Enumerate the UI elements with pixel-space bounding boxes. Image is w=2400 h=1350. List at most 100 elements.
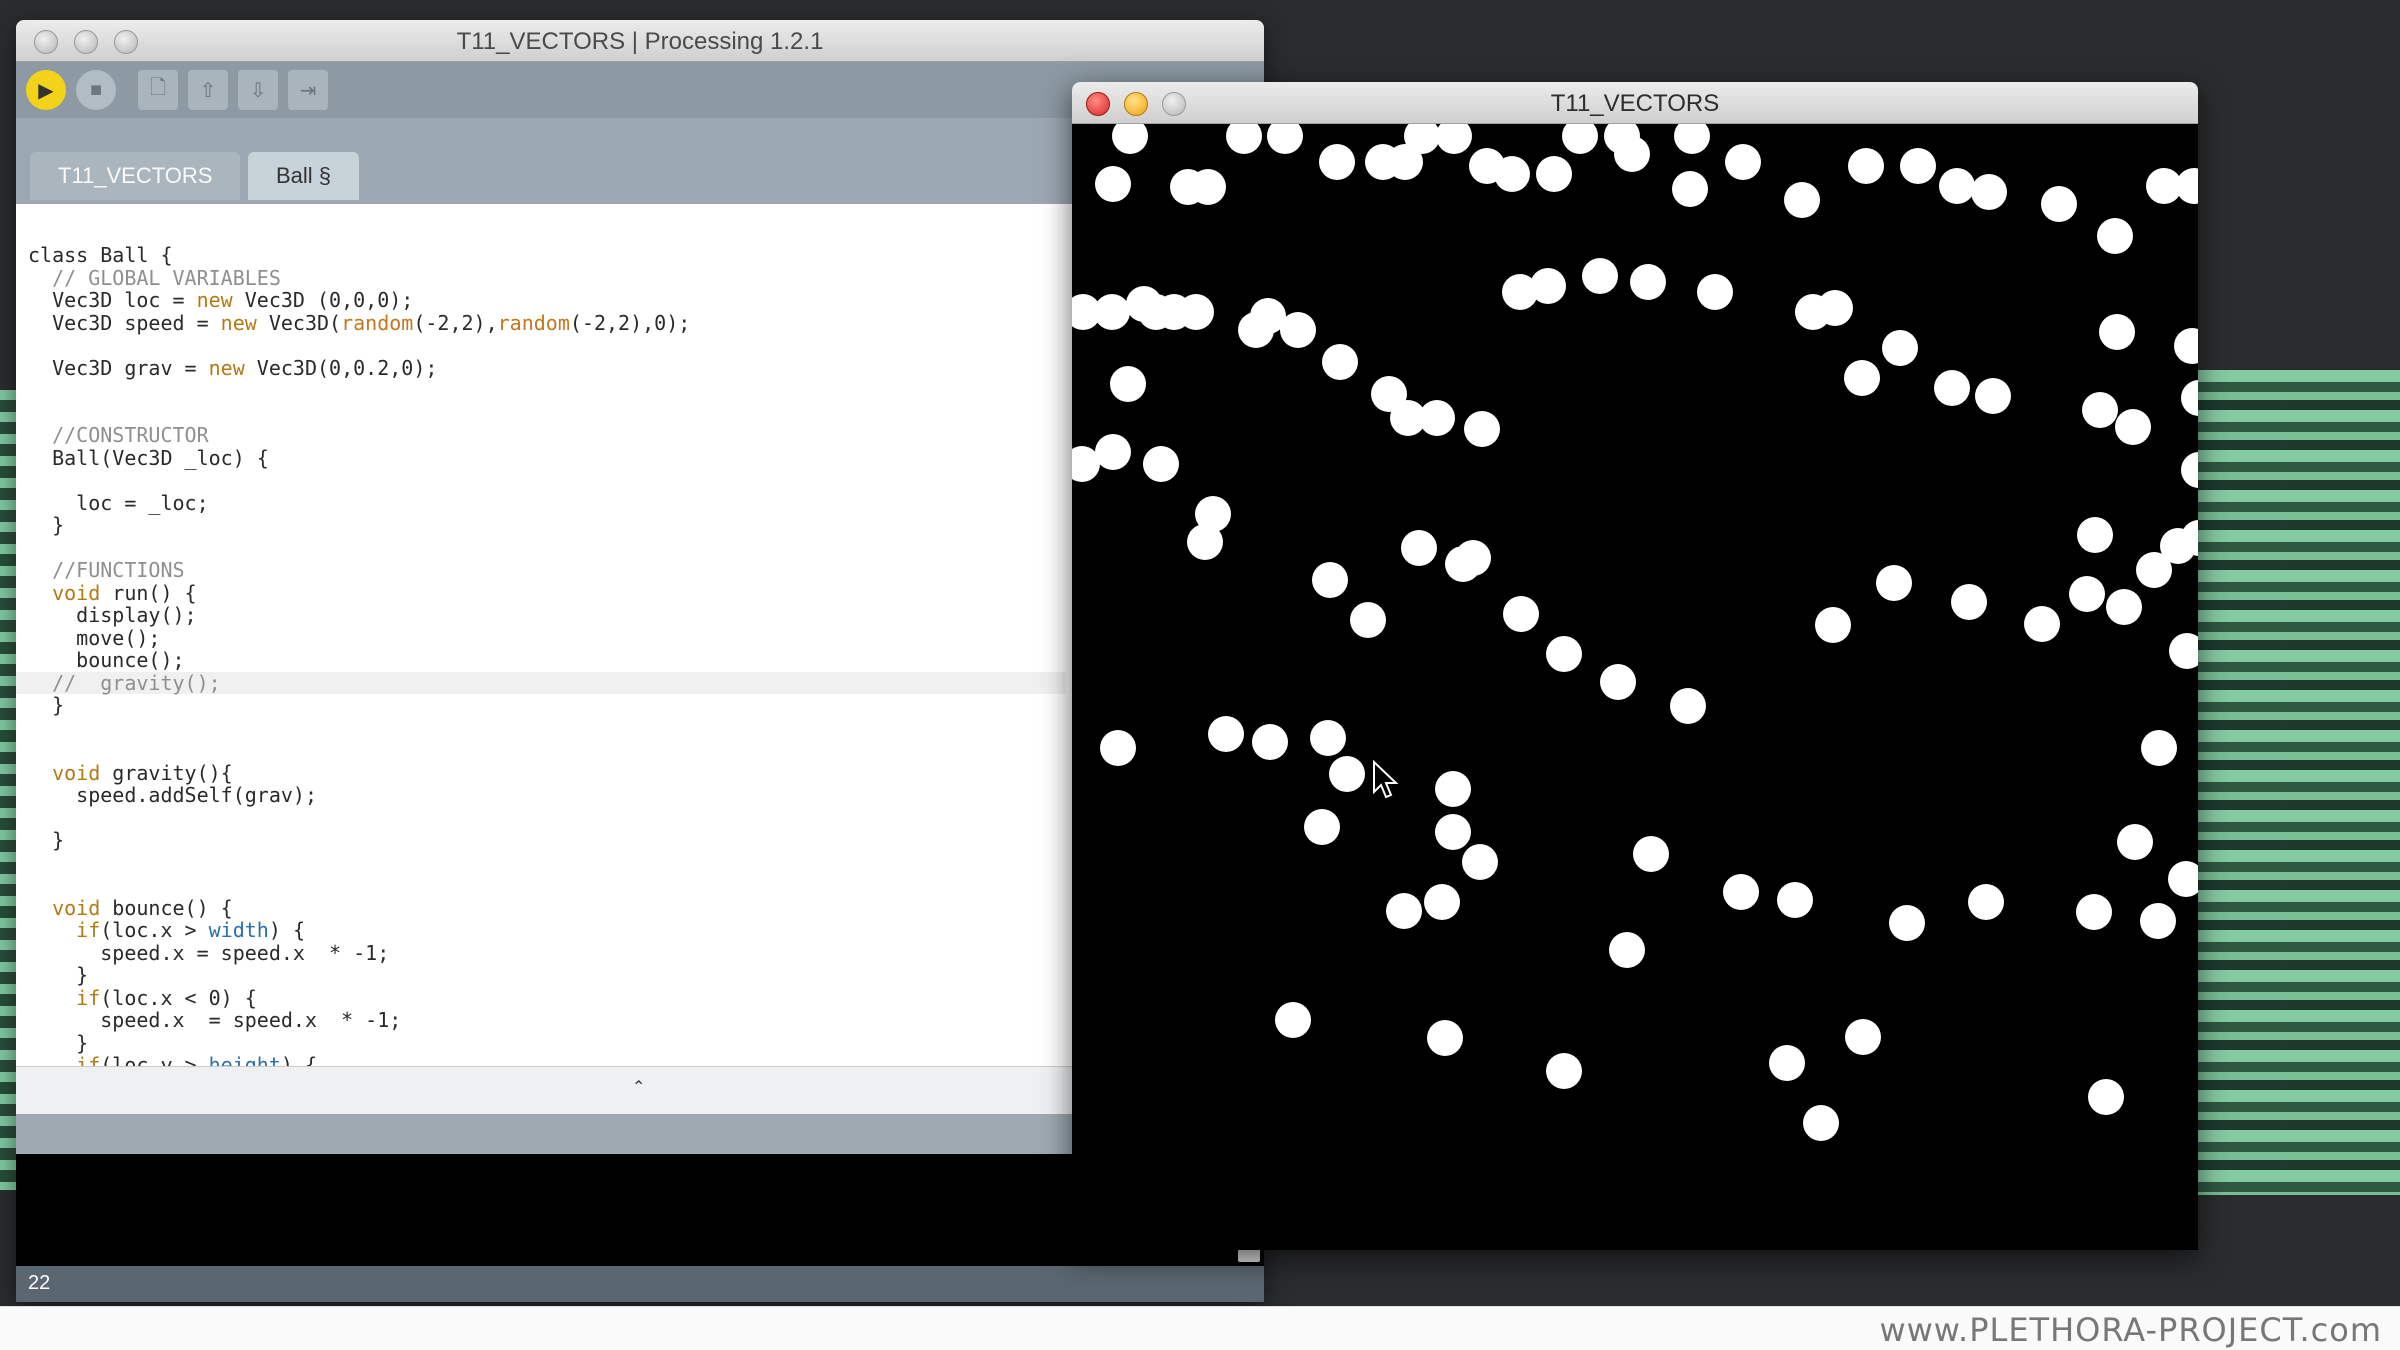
code-line[interactable]: Vec3D speed = new Vec3D(random(-2,2),ran… bbox=[28, 310, 1066, 335]
sketch-titlebar[interactable]: T11_VECTORS bbox=[1072, 82, 2198, 124]
code-line[interactable] bbox=[28, 379, 1066, 402]
ball bbox=[1275, 1002, 1311, 1038]
ball bbox=[1401, 530, 1437, 566]
ball bbox=[1674, 124, 1710, 154]
code-line[interactable]: //CONSTRUCTOR bbox=[28, 424, 1066, 447]
ball bbox=[1310, 720, 1346, 756]
ball bbox=[2069, 576, 2105, 612]
code-line[interactable]: // GLOBAL VARIABLES bbox=[28, 266, 1066, 290]
code-line[interactable]: void gravity(){ bbox=[28, 760, 1066, 785]
code-token: height bbox=[208, 1053, 281, 1066]
code-token: random bbox=[497, 310, 570, 335]
ball bbox=[2141, 730, 2177, 766]
code-line[interactable]: Ball(Vec3D _loc) { bbox=[28, 446, 1066, 470]
code-token: new bbox=[208, 355, 245, 380]
code-line[interactable]: class Ball { bbox=[28, 244, 1066, 267]
code-line[interactable]: } bbox=[28, 964, 1066, 987]
code-line[interactable]: if(loc.x < 0) { bbox=[28, 985, 1066, 1010]
stop-button[interactable]: ■ bbox=[76, 70, 116, 110]
code-text[interactable]: class Ball { // GLOBAL VARIABLES Vec3D l… bbox=[16, 244, 1066, 1066]
code-token: gravity(){ bbox=[100, 760, 233, 785]
code-line[interactable]: if(loc.x > width) { bbox=[28, 919, 1066, 942]
save-sketch-button[interactable]: ⇩ bbox=[238, 70, 278, 110]
editor-divider[interactable]: ⌃ bbox=[16, 1066, 1072, 1114]
code-line[interactable]: } bbox=[28, 1031, 1066, 1055]
chevron-up-icon[interactable]: ⌃ bbox=[632, 1077, 645, 1097]
code-token: void bbox=[52, 895, 101, 920]
code-line[interactable] bbox=[28, 717, 1066, 740]
open-sketch-button[interactable]: ⇧ bbox=[188, 70, 228, 110]
code-line[interactable]: Vec3D grav = new Vec3D(0,0.2,0); bbox=[28, 355, 1066, 380]
ball bbox=[2169, 633, 2198, 669]
ball bbox=[1427, 1020, 1463, 1056]
code-line[interactable] bbox=[28, 334, 1066, 357]
new-sketch-button[interactable]: 🗋 bbox=[138, 70, 178, 110]
sketch-canvas[interactable] bbox=[1072, 124, 2198, 1250]
ball bbox=[1208, 716, 1244, 752]
tab-ball[interactable]: Ball § bbox=[248, 152, 360, 200]
ball bbox=[1095, 166, 1131, 202]
code-line[interactable]: move(); bbox=[28, 625, 1066, 650]
ball bbox=[1968, 884, 2004, 920]
code-line[interactable]: void bounce() { bbox=[28, 895, 1066, 920]
ball bbox=[1582, 258, 1618, 294]
code-line[interactable]: } bbox=[28, 514, 1066, 537]
code-line[interactable] bbox=[28, 807, 1066, 830]
code-token: ) { bbox=[268, 918, 305, 942]
ball bbox=[2041, 186, 2077, 222]
code-token: loc = _loc; bbox=[28, 490, 209, 515]
code-line[interactable] bbox=[28, 402, 1066, 425]
export-button[interactable]: ⇥ bbox=[288, 70, 328, 110]
ball bbox=[2082, 392, 2118, 428]
code-line[interactable]: speed.x = speed.x * -1; bbox=[28, 940, 1066, 965]
ball bbox=[1238, 312, 1274, 348]
code-line[interactable]: } bbox=[28, 694, 1066, 717]
ide-window-title: T11_VECTORS | Processing 1.2.1 bbox=[456, 28, 824, 55]
code-line[interactable]: Vec3D loc = new Vec3D (0,0,0); bbox=[28, 289, 1066, 312]
ball bbox=[1095, 434, 1131, 470]
code-token: bounce(); bbox=[28, 648, 185, 672]
code-line[interactable]: bounce(); bbox=[28, 649, 1066, 672]
code-token: (-2,2), bbox=[413, 310, 498, 335]
footer-bar: www.PLETHORA-PROJECT.com bbox=[0, 1306, 2400, 1350]
code-line[interactable] bbox=[28, 852, 1066, 875]
tab-t11-vectors[interactable]: T11_VECTORS bbox=[30, 152, 241, 200]
code-token: if bbox=[76, 985, 101, 1010]
code-line[interactable]: } bbox=[28, 829, 1066, 852]
code-line[interactable] bbox=[28, 739, 1066, 762]
code-line[interactable]: speed.addSelf(grav); bbox=[28, 784, 1066, 807]
ball bbox=[1844, 360, 1880, 396]
code-line[interactable]: display(); bbox=[28, 604, 1066, 627]
ball bbox=[1769, 1045, 1805, 1081]
export-icon: ⇥ bbox=[299, 79, 317, 102]
code-line[interactable]: loc = _loc; bbox=[28, 490, 1066, 515]
ball bbox=[2077, 517, 2113, 553]
ball bbox=[1226, 124, 1262, 154]
code-line[interactable]: //FUNCTIONS bbox=[28, 559, 1066, 582]
code-line[interactable]: // gravity(); bbox=[16, 671, 1066, 694]
code-line[interactable] bbox=[28, 469, 1066, 492]
ball bbox=[1424, 884, 1460, 920]
ball bbox=[2181, 452, 2198, 488]
code-line[interactable]: if(loc.y > height) { bbox=[28, 1054, 1066, 1066]
run-button[interactable]: ▶ bbox=[26, 70, 66, 110]
new-file-icon: 🗋 bbox=[149, 77, 167, 99]
code-line[interactable] bbox=[28, 537, 1066, 560]
code-line[interactable]: void run() { bbox=[28, 581, 1066, 605]
ball bbox=[2181, 380, 2198, 416]
code-line[interactable]: speed.x = speed.x * -1; bbox=[28, 1009, 1066, 1032]
code-token: move(); bbox=[28, 625, 161, 650]
ball bbox=[1462, 844, 1498, 880]
ball bbox=[1435, 771, 1471, 807]
ball bbox=[1329, 756, 1365, 792]
code-token: Vec3D(0,0.2,0); bbox=[244, 355, 438, 380]
code-token: speed.x = speed.x * -1; bbox=[28, 940, 390, 965]
code-editor[interactable]: class Ball { // GLOBAL VARIABLES Vec3D l… bbox=[16, 204, 1072, 1066]
code-line[interactable] bbox=[28, 874, 1066, 897]
console-scrollbar[interactable] bbox=[1238, 1248, 1260, 1262]
line-number: 22 bbox=[28, 1272, 51, 1294]
ball bbox=[1672, 171, 1708, 207]
ide-titlebar[interactable]: T11_VECTORS | Processing 1.2.1 bbox=[16, 20, 1264, 62]
ball bbox=[1110, 366, 1146, 402]
